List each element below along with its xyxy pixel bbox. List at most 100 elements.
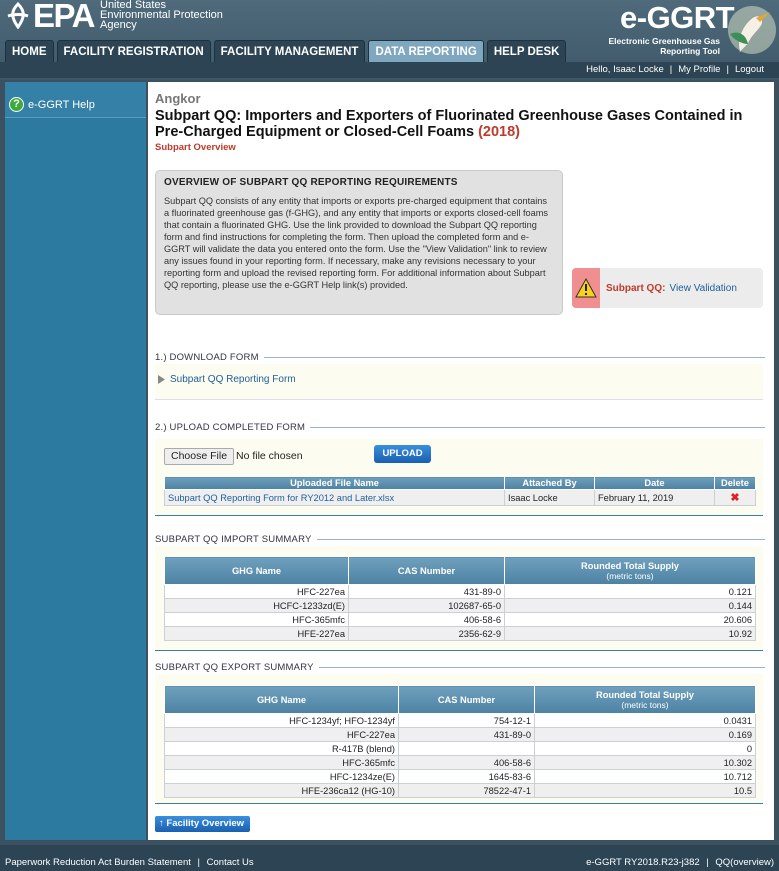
uploaded-files-table: Uploaded File Name Attached By Date Dele… bbox=[164, 476, 756, 506]
tab-facility-registration[interactable]: FACILITY REGISTRATION bbox=[56, 40, 211, 62]
upload-button[interactable]: UPLOAD bbox=[374, 445, 431, 463]
download-form-link[interactable]: Subpart QQ Reporting Form bbox=[158, 374, 296, 385]
reporting-year: (2018) bbox=[478, 124, 521, 140]
table-row: HCFC-1233zd(E) 102687-65-0 0.144 bbox=[164, 598, 756, 613]
column-header: Rounded Total Supply (metric tons) bbox=[534, 685, 756, 714]
column-header: Delete bbox=[714, 476, 756, 490]
upload-heading: 2.) UPLOAD COMPLETED FORM bbox=[155, 422, 765, 433]
export-summary-heading: SUBPART QQ EXPORT SUMMARY bbox=[155, 662, 765, 673]
column-header: GHG Name bbox=[164, 685, 399, 714]
ghg-name: HFC-365mfc bbox=[164, 612, 349, 627]
import-summary-heading: SUBPART QQ IMPORT SUMMARY bbox=[155, 534, 765, 545]
facility-overview-button[interactable]: ↑ Facility Overview bbox=[155, 816, 251, 832]
attached-by: Isaac Locke bbox=[504, 489, 595, 506]
import-summary-table: GHG Name CAS Number Rounded Total Supply… bbox=[164, 556, 756, 641]
table-row: HFE-227ea 2356-62-9 10.92 bbox=[164, 626, 756, 641]
cas-number: 2356-62-9 bbox=[348, 626, 505, 641]
column-header: Rounded Total Supply (metric tons) bbox=[504, 556, 756, 585]
epa-logo-text[interactable]: EPA bbox=[33, 0, 95, 35]
user-greeting: Hello, Isaac Locke bbox=[586, 64, 664, 75]
total-supply: 0 bbox=[534, 741, 756, 756]
footer: Paperwork Reduction Act Burden Statement… bbox=[0, 845, 779, 871]
total-supply: 10.5 bbox=[534, 783, 756, 798]
validation-box: Subpart QQ: View Validation bbox=[572, 268, 763, 308]
app-title: e-GGRT bbox=[620, 0, 735, 35]
tab-home[interactable]: HOME bbox=[5, 40, 54, 62]
table-row: R-417B (blend) 0 bbox=[164, 741, 756, 756]
total-supply: 0.121 bbox=[504, 584, 756, 599]
cas-number: 102687-65-0 bbox=[348, 598, 505, 613]
file-status: No file chosen bbox=[236, 450, 303, 462]
sidebar-item-help[interactable]: ? e-GGRT Help bbox=[5, 82, 146, 118]
ghg-name: HFE-236ca12 (HG-10) bbox=[164, 783, 399, 798]
my-profile-link[interactable]: My Profile bbox=[678, 64, 720, 75]
table-row: HFC-1234ze(E) 1645-83-6 10.712 bbox=[164, 769, 756, 784]
cas-number: 754-12-1 bbox=[398, 713, 535, 728]
total-supply: 0.144 bbox=[504, 598, 756, 613]
tab-facility-management[interactable]: FACILITY MANAGEMENT bbox=[213, 40, 366, 62]
overview-heading: OVERVIEW OF SUBPART QQ REPORTING REQUIRE… bbox=[164, 177, 458, 188]
table-row: HFC-1234yf; HFO-1234yf 754-12-1 0.0431 bbox=[164, 713, 756, 728]
column-header: GHG Name bbox=[164, 556, 349, 585]
total-supply: 20.606 bbox=[504, 612, 756, 627]
agency-name: United States Environmental Protection A… bbox=[100, 0, 223, 31]
overview-text: Subpart QQ consists of any entity that i… bbox=[164, 196, 549, 290]
upload-date: February 11, 2019 bbox=[594, 489, 715, 506]
ghg-name: HFC-227ea bbox=[164, 584, 349, 599]
page-subtitle: Subpart Overview bbox=[155, 142, 236, 153]
epa-flower-icon bbox=[7, 2, 29, 29]
cas-number: 406-58-6 bbox=[398, 755, 535, 770]
ghg-name: HFE-227ea bbox=[164, 626, 349, 641]
choose-file-button[interactable]: Choose File bbox=[164, 448, 235, 465]
cas-number: 406-58-6 bbox=[348, 612, 505, 627]
ghg-name: HCFC-1233zd(E) bbox=[164, 598, 349, 613]
table-row: HFE-236ca12 (HG-10) 78522-47-1 10.5 bbox=[164, 783, 756, 798]
paperwork-link[interactable]: Paperwork Reduction Act Burden Statement bbox=[5, 857, 191, 868]
column-header: CAS Number bbox=[398, 685, 535, 714]
cas-number: 431-89-0 bbox=[398, 727, 535, 742]
total-supply: 0.0431 bbox=[534, 713, 756, 728]
table-row: HFC-365mfc 406-58-6 10.302 bbox=[164, 755, 756, 770]
table-row: HFC-227ea 431-89-0 0.121 bbox=[164, 584, 756, 599]
tab-help-desk[interactable]: HELP DESK bbox=[486, 40, 567, 62]
bird-logo-icon bbox=[728, 6, 776, 54]
column-header: Date bbox=[594, 476, 715, 490]
contact-link[interactable]: Contact Us bbox=[207, 857, 254, 868]
header: EPA United States Environmental Protecti… bbox=[0, 0, 779, 80]
cas-number: 1645-83-6 bbox=[398, 769, 535, 784]
total-supply: 10.712 bbox=[534, 769, 756, 784]
sidebar-item-label[interactable]: e-GGRT Help bbox=[28, 99, 95, 111]
delete-icon[interactable]: ✖ bbox=[714, 489, 756, 506]
uploaded-file-link[interactable]: Subpart QQ Reporting Form for RY2012 and… bbox=[164, 489, 505, 506]
logout-link[interactable]: Logout bbox=[735, 64, 764, 75]
user-bar: Hello, Isaac Locke | My Profile | Logout bbox=[0, 62, 779, 78]
tab-data-reporting[interactable]: DATA REPORTING bbox=[368, 40, 484, 62]
total-supply: 0.169 bbox=[534, 727, 756, 742]
cas-number: 431-89-0 bbox=[348, 584, 505, 599]
table-row: HFC-365mfc 406-58-6 20.606 bbox=[164, 612, 756, 627]
total-supply: 10.92 bbox=[504, 626, 756, 641]
column-header: Attached By bbox=[504, 476, 595, 490]
ghg-name: HFC-1234ze(E) bbox=[164, 769, 399, 784]
question-icon: ? bbox=[9, 97, 24, 112]
total-supply: 10.302 bbox=[534, 755, 756, 770]
view-validation-link[interactable]: View Validation bbox=[669, 283, 736, 294]
table-row: Subpart QQ Reporting Form for RY2012 and… bbox=[164, 489, 756, 506]
cas-number bbox=[398, 741, 535, 756]
sidebar: ? e-GGRT Help bbox=[5, 82, 146, 840]
version-text: e-GGRT RY2018.R23-j382 bbox=[586, 857, 700, 868]
ghg-name: R-417B (blend) bbox=[164, 741, 399, 756]
main-content: Angkor Subpart QQ: Importers and Exporte… bbox=[148, 82, 774, 840]
validation-label: Subpart QQ: bbox=[606, 282, 666, 294]
ghg-name: HFC-1234yf; HFO-1234yf bbox=[164, 713, 399, 728]
page-id: QQ(overview) bbox=[715, 857, 774, 868]
export-summary-table: GHG Name CAS Number Rounded Total Supply… bbox=[164, 685, 756, 798]
ghg-name: HFC-227ea bbox=[164, 727, 399, 742]
overview-box: OVERVIEW OF SUBPART QQ REPORTING REQUIRE… bbox=[155, 170, 563, 315]
facility-name: Angkor bbox=[155, 91, 201, 106]
ghg-name: HFC-365mfc bbox=[164, 755, 399, 770]
cas-number: 78522-47-1 bbox=[398, 783, 535, 798]
warning-icon bbox=[572, 268, 600, 308]
column-header: Uploaded File Name bbox=[164, 476, 505, 490]
table-row: HFC-227ea 431-89-0 0.169 bbox=[164, 727, 756, 742]
